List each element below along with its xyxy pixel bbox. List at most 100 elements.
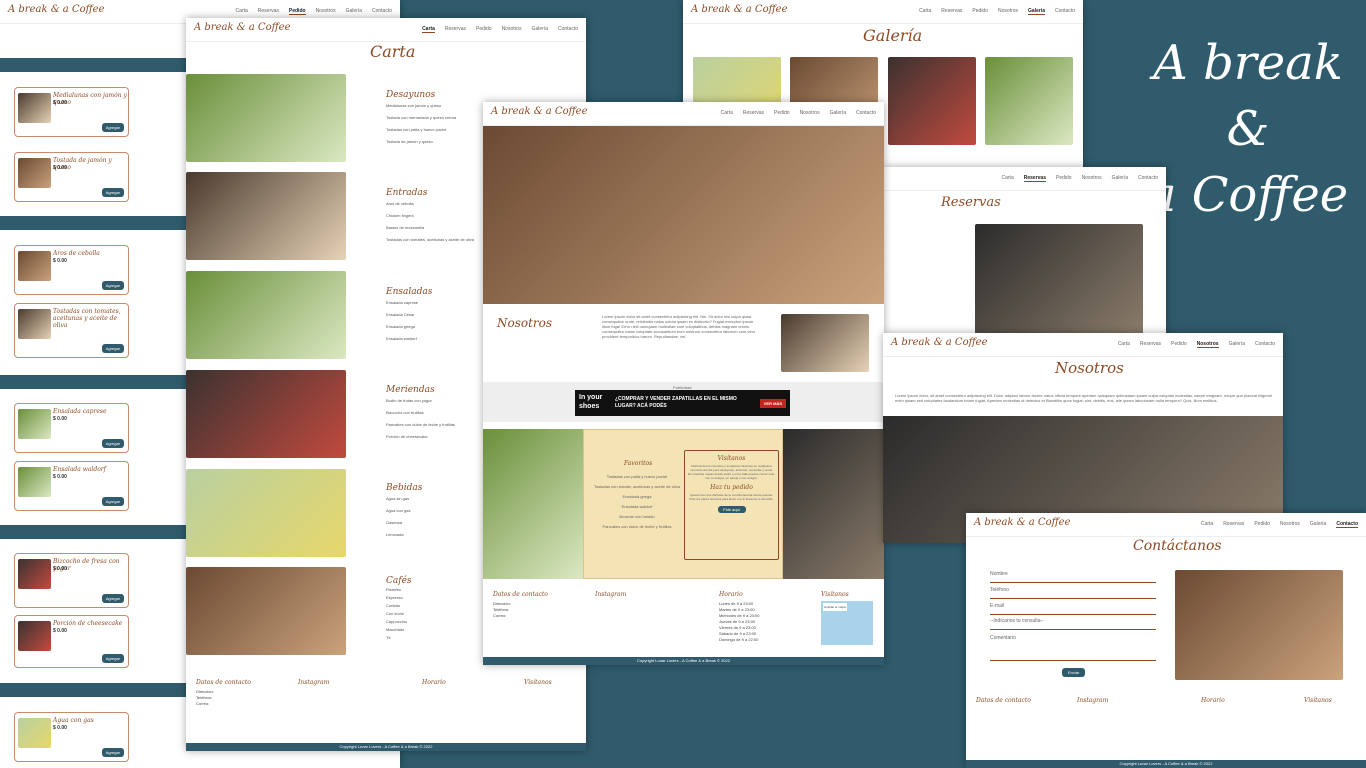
menu-item: Tostada con mermelada y queso crema: [386, 115, 457, 120]
logo[interactable]: A break & a Coffee: [8, 4, 105, 15]
about-image: [781, 314, 869, 372]
add-button[interactable]: Agregar: [101, 439, 124, 448]
visit-title: Visítanos: [717, 455, 746, 462]
map-widget[interactable]: Ampliar el mapa: [821, 601, 873, 645]
nav-galeria[interactable]: Galería: [1229, 341, 1245, 348]
logo[interactable]: A break & a Coffee: [691, 4, 788, 15]
product-name: Ensalada caprese: [53, 408, 107, 415]
menu-item: Cortado: [386, 603, 401, 608]
ad-banner[interactable]: In your shoes ¿COMPRAR Y VENDER ZAPATILL…: [575, 390, 790, 416]
order-button[interactable]: Pide aquí: [717, 506, 746, 513]
nav-nosotros[interactable]: Nosotros: [998, 8, 1018, 15]
nav-carta[interactable]: Carta: [1002, 175, 1014, 182]
nav-reservas[interactable]: Reservas: [258, 8, 279, 15]
nav-nosotros[interactable]: Nosotros: [1196, 341, 1219, 348]
logo[interactable]: A break & a Coffee: [194, 22, 291, 33]
footer-map: Visítanos Ampliar el mapa: [821, 592, 873, 645]
nav-contacto[interactable]: Contacto: [1336, 521, 1358, 528]
query-select[interactable]: --Indícanos tu consulta--: [990, 618, 1156, 630]
nav-pedido[interactable]: Pedido: [476, 26, 492, 33]
brand-line-1: A break &: [1153, 35, 1343, 157]
nav-galeria[interactable]: Galería: [346, 8, 362, 15]
name-field[interactable]: Nombre: [990, 571, 1156, 583]
nav-pedido[interactable]: Pedido: [972, 8, 988, 15]
nav-nosotros[interactable]: Nosotros: [316, 8, 336, 15]
nav-galeria[interactable]: Galería: [1112, 175, 1128, 182]
logo[interactable]: A break & a Coffee: [491, 106, 588, 117]
nav-carta[interactable]: Carta: [919, 8, 931, 15]
nav-pedido[interactable]: Pedido: [774, 110, 790, 116]
add-button[interactable]: Agregar: [101, 497, 124, 506]
menu-image: [186, 469, 346, 557]
gallery-image[interactable]: [888, 57, 976, 145]
logo[interactable]: A break & a Coffee: [974, 517, 1071, 528]
nav-galeria[interactable]: Galería: [830, 110, 846, 116]
menu-item: Chicken fingers: [386, 213, 414, 218]
add-button[interactable]: Agregar: [101, 344, 124, 353]
phone-field[interactable]: Teléfono: [990, 587, 1156, 599]
footer-heading: Datos de contacto: [976, 697, 1031, 704]
add-button[interactable]: Agregar: [101, 594, 124, 603]
add-button[interactable]: Agregar: [101, 123, 124, 132]
nav-reservas[interactable]: Reservas: [1140, 341, 1161, 348]
gallery-image[interactable]: [985, 57, 1073, 145]
nav-pedido[interactable]: Pedido: [1056, 175, 1072, 182]
section-title: Entradas: [386, 188, 428, 198]
hero-image: [483, 126, 884, 304]
nav-pedido[interactable]: Pedido: [1171, 341, 1187, 348]
nav-contacto[interactable]: Contacto: [1055, 8, 1075, 15]
add-button[interactable]: Agregar: [101, 281, 124, 290]
nav-nosotros[interactable]: Nosotros: [502, 26, 522, 33]
nav-reservas[interactable]: Reservas: [1023, 175, 1046, 182]
nav-galeria[interactable]: Galería: [1310, 521, 1326, 528]
map-button[interactable]: Ampliar el mapa: [823, 603, 847, 611]
nav-contacto[interactable]: Contacto: [856, 110, 876, 116]
menu-item: Medialunas con jamón y queso: [386, 103, 442, 108]
footer-hours: Horario: [422, 680, 446, 689]
nav-nosotros[interactable]: Nosotros: [1280, 521, 1300, 528]
nav-carta[interactable]: Carta: [1118, 341, 1130, 348]
nav-contacto[interactable]: Contacto: [558, 26, 578, 33]
nav-carta[interactable]: Carta: [422, 26, 435, 33]
nav-reservas[interactable]: Reservas: [445, 26, 466, 33]
add-button[interactable]: Agregar: [101, 654, 124, 663]
nav-nosotros[interactable]: Nosotros: [800, 110, 820, 116]
nav-reservas[interactable]: Reservas: [743, 110, 764, 116]
nav-nosotros[interactable]: Nosotros: [1082, 175, 1102, 182]
nav-pedido[interactable]: Pedido: [1254, 521, 1270, 528]
page-title: Reservas: [941, 195, 1001, 210]
favorite-item: Pancakes con dulce de leche y frutillas: [602, 524, 672, 529]
nav-carta[interactable]: Carta: [236, 8, 248, 15]
section-items: Ristretto Espresso Cortado Con leche Cap…: [386, 586, 412, 642]
nav-carta[interactable]: Carta: [1201, 521, 1213, 528]
menu-image: [186, 74, 346, 162]
comment-field[interactable]: Comentario: [990, 635, 1156, 661]
product-card: Ensalada caprese $ 0.00 Agregar: [14, 403, 129, 453]
product-card: Ensalada waldorf $ 0.00 Agregar: [14, 461, 129, 511]
nav-galeria[interactable]: Galería: [1028, 8, 1045, 15]
nav-carta[interactable]: Carta: [721, 110, 733, 116]
menu-item: Ensalada waldorf: [386, 336, 417, 341]
nav-contacto[interactable]: Contacto: [1255, 341, 1275, 348]
nav-contacto[interactable]: Contacto: [1138, 175, 1158, 182]
product-price: $ 0.00: [53, 628, 67, 634]
menu-item: Agua con gas: [386, 508, 411, 513]
footer-instagram: Instagram: [1077, 698, 1108, 707]
menu-item: Ensalada César: [386, 312, 415, 317]
email-field[interactable]: E-mail: [990, 603, 1156, 615]
nav-reservas[interactable]: Reservas: [941, 8, 962, 15]
add-button[interactable]: Agregar: [101, 748, 124, 757]
nav-galeria[interactable]: Galería: [532, 26, 548, 33]
ad-button[interactable]: VER MÁS: [759, 399, 786, 408]
send-button[interactable]: Enviar: [1062, 668, 1086, 677]
nav-pedido[interactable]: Pedido: [288, 8, 306, 15]
nav-reservas[interactable]: Reservas: [1223, 521, 1244, 528]
footer-heading: Datos de contacto: [493, 591, 548, 598]
product-price: $ 0.00: [53, 566, 67, 572]
nav-contacto[interactable]: Contacto: [372, 8, 392, 15]
navbar: A break & a Coffee Carta Reservas Pedido…: [966, 513, 1366, 537]
add-button[interactable]: Agregar: [101, 188, 124, 197]
logo[interactable]: A break & a Coffee: [891, 337, 988, 348]
product-card: Agua con gas $ 0.00 Agregar: [14, 712, 129, 762]
product-image: [18, 718, 51, 748]
